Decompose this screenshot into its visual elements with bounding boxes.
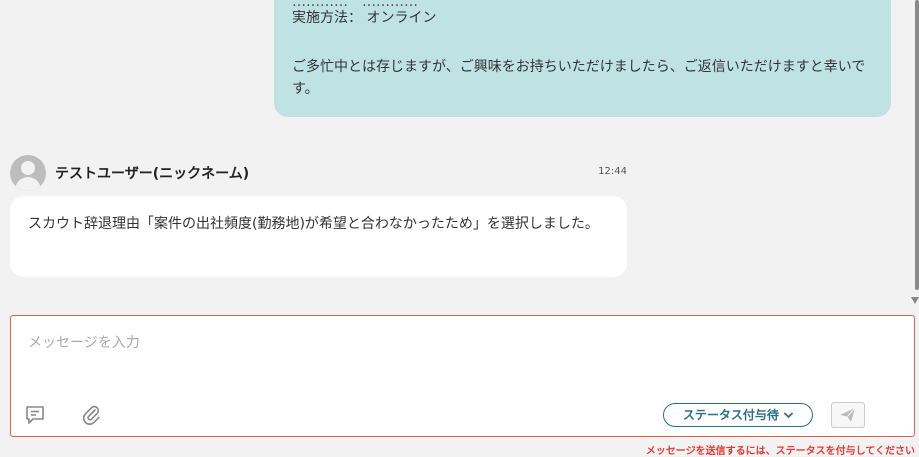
message-header: テストユーザー(ニックネーム) 12:44: [10, 155, 627, 191]
send-warning-message: メッセージを送信するには、ステータスを付与してください: [645, 446, 915, 457]
message-input[interactable]: [28, 332, 888, 354]
message-timestamp: 12:44: [598, 166, 627, 177]
scroll-down-arrow-icon[interactable]: [911, 297, 919, 304]
status-dropdown-button[interactable]: ステータス付与待: [663, 403, 813, 427]
scrollbar[interactable]: [915, 0, 919, 290]
paperclip-icon[interactable]: [80, 404, 102, 426]
avatar[interactable]: [10, 155, 46, 191]
received-message-bubble: スカウト辞退理由「案件の出社頻度(勤務地)が希望と合わなかったため」を選択しまし…: [10, 196, 627, 277]
message-composer: ステータス付与待: [10, 315, 915, 437]
sent-message-body: ご多忙中とは存じますが、ご興味をお持ちいただけましたら、ご返信いただけますと幸い…: [292, 59, 866, 97]
send-icon: [840, 407, 856, 422]
send-button[interactable]: [831, 402, 865, 428]
chevron-down-icon: [784, 412, 793, 418]
message-template-icon[interactable]: [24, 404, 46, 426]
received-message-body: スカウト辞退理由「案件の出社頻度(勤務地)が希望と合わなかったため」を選択しまし…: [28, 216, 599, 232]
sent-message-method-line: 実施方法： オンライン: [292, 10, 437, 26]
sender-name: テストユーザー(ニックネーム): [55, 166, 250, 182]
sent-message-bubble: ………… ………… 実施方法： オンライン ご多忙中とは存じますが、ご興味をお持…: [274, 0, 891, 117]
status-label: ステータス付与待: [682, 407, 779, 422]
